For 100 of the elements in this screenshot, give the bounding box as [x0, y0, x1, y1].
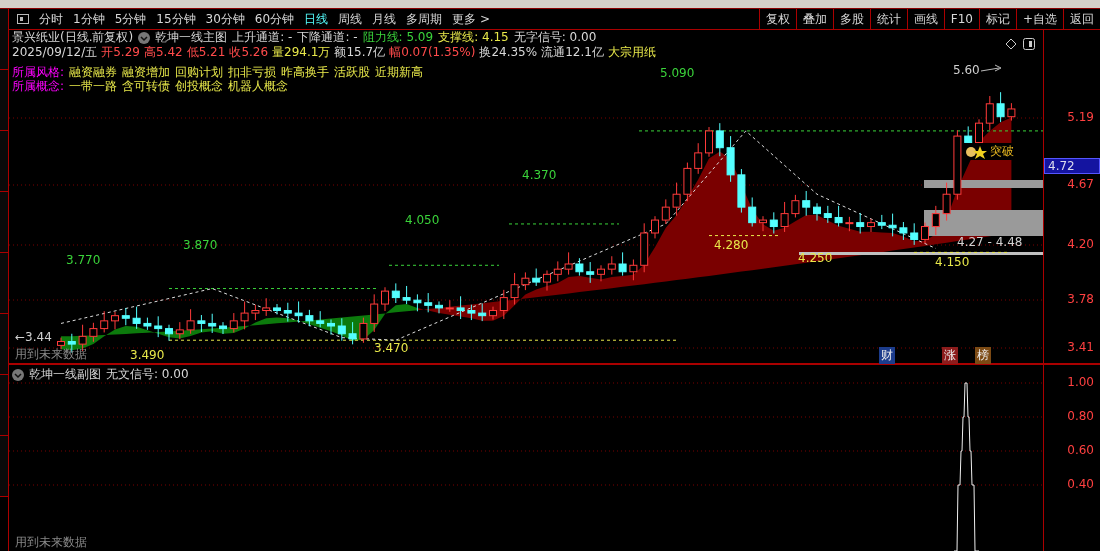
period-tab[interactable]: 多周期 — [402, 10, 447, 28]
event-marker[interactable]: 涨 — [942, 347, 958, 364]
price-label: 3.490 — [130, 348, 165, 362]
candlestick — [769, 211, 778, 234]
candlestick — [607, 255, 616, 276]
candlestick — [273, 303, 281, 315]
side-tab[interactable] — [0, 253, 8, 314]
style-tag: 扣非亏损 — [228, 65, 277, 79]
event-marker[interactable]: 榜 — [975, 347, 991, 364]
axis-label: 4.67 — [1067, 177, 1094, 191]
candlestick — [186, 308, 195, 335]
candlestick — [726, 135, 735, 183]
style-tag: 近期新高 — [375, 65, 424, 79]
candlestick — [165, 324, 173, 342]
candlestick — [780, 201, 789, 233]
current-price-tag: 4.72 — [1044, 158, 1100, 174]
period-tab[interactable]: 周线 — [334, 10, 367, 28]
side-tab[interactable] — [0, 70, 8, 131]
period-tab[interactable]: 15分钟 — [152, 10, 200, 28]
indicator-value: 上升通道: - — [232, 30, 293, 45]
candlestick — [499, 289, 508, 320]
candlestick — [921, 222, 929, 244]
period-tab[interactable]: 1分钟 — [69, 10, 109, 28]
event-marker[interactable]: 财 — [879, 347, 895, 364]
axis-label: 0.40 — [1067, 477, 1094, 491]
indicator-value: 无字信号: 0.00 — [513, 30, 597, 45]
candlestick — [672, 182, 681, 217]
candlestick — [327, 319, 335, 336]
price-label: 3.470 — [374, 341, 409, 355]
candlestick — [942, 182, 951, 222]
period-tab[interactable]: 月线 — [368, 10, 401, 28]
period-tab[interactable]: 5分钟 — [110, 10, 151, 28]
candlestick — [337, 317, 346, 342]
concept-tag: 创投概念 — [175, 79, 224, 93]
candlestick — [802, 190, 811, 217]
candlestick — [478, 302, 487, 322]
chevron-down-icon[interactable] — [138, 31, 151, 44]
concept-label: 所属概念: — [12, 79, 65, 93]
panel-toggle-icon[interactable] — [17, 14, 29, 24]
candlestick — [435, 300, 443, 314]
toolbar-button[interactable]: 统计 — [869, 9, 907, 29]
period-tab[interactable]: 更多 > — [448, 10, 494, 28]
toolbar-button[interactable]: F10 — [943, 9, 979, 29]
candlestick — [931, 205, 940, 236]
candlestick — [575, 257, 584, 277]
toolbar-button[interactable]: 多股 — [832, 9, 870, 29]
price-label: 4.370 — [522, 168, 557, 182]
period-tab[interactable]: 60分钟 — [250, 10, 299, 28]
candlestick — [597, 264, 605, 282]
chevron-down-icon[interactable] — [12, 368, 24, 381]
quote-value: 2025/09/12/五 — [12, 45, 98, 60]
quote-value: 高5.42 — [143, 45, 183, 60]
axis-label: 3.41 — [1067, 340, 1094, 354]
side-tab[interactable] — [0, 131, 8, 192]
quote-value: 收5.26 — [229, 45, 269, 60]
candlestick — [867, 218, 875, 233]
toolbar-button[interactable]: 标记 — [978, 9, 1016, 29]
candlestick — [640, 222, 649, 273]
concept-tag: 机器人概念 — [228, 79, 289, 93]
side-tab[interactable] — [0, 436, 8, 497]
quote-value: 低5.21 — [186, 45, 226, 60]
toolbar-button[interactable]: 复权 — [758, 9, 796, 29]
toolbar-button[interactable]: 叠加 — [795, 9, 833, 29]
axis-label: 0.60 — [1067, 443, 1094, 457]
style-label: 所属风格: — [12, 65, 65, 79]
candlestick — [683, 162, 692, 202]
side-tab[interactable] — [0, 9, 8, 70]
period-tab[interactable]: 30分钟 — [201, 10, 249, 28]
toolbar-button[interactable]: 返回 — [1063, 9, 1100, 29]
panel-toggle-icon[interactable] — [1023, 38, 1035, 50]
candlestick — [586, 261, 595, 284]
period-tab[interactable]: 分时 — [35, 10, 67, 28]
candlestick — [813, 202, 821, 222]
diamond-icon[interactable] — [1005, 38, 1017, 50]
candlestick — [391, 282, 400, 304]
price-label: 4.280 — [714, 238, 749, 252]
candlestick — [143, 317, 152, 331]
style-tag: 昨高换手 — [281, 65, 330, 79]
quote-value: 开5.29 — [101, 45, 140, 60]
candlestick — [467, 304, 476, 321]
style-tag: 融资融券 — [69, 65, 118, 79]
axis-label: 0.80 — [1067, 409, 1094, 423]
candlestick — [100, 310, 109, 333]
candlestick — [370, 293, 379, 333]
axis-label: 5.19 — [1067, 110, 1094, 124]
candlestick — [208, 313, 217, 334]
period-tab[interactable]: 日线 — [300, 10, 333, 28]
candlestick — [856, 212, 865, 234]
toolbar-button[interactable]: 画线 — [906, 9, 944, 29]
candlestick — [381, 286, 389, 312]
side-tab[interactable] — [0, 192, 8, 253]
style-tag: 回购计划 — [175, 65, 224, 79]
indicator-value: 无文信号: 0.00 — [106, 367, 189, 382]
axis-label: 4.20 — [1067, 237, 1094, 251]
quote-value: 大宗用纸 — [607, 45, 656, 60]
warning-note: 用到未来数据 — [15, 534, 87, 551]
price-label: 4.27 - 4.48 — [957, 235, 1023, 249]
candlestick — [888, 213, 897, 237]
candlestick — [359, 317, 368, 344]
toolbar-button[interactable]: +自选 — [1015, 9, 1063, 29]
